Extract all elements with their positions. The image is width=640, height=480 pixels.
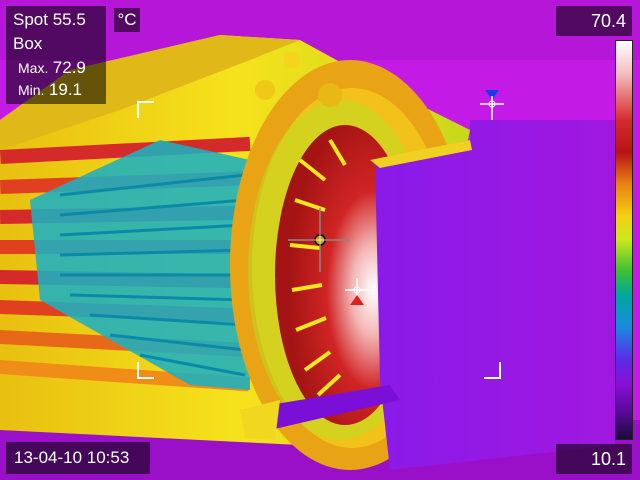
spot-label: Spot (13, 10, 48, 29)
color-scale-bar (615, 40, 633, 440)
box-max-readout: Max. 72.9 (18, 58, 86, 78)
box-max-value: 72.9 (52, 58, 86, 77)
box-max-label: Max. (18, 60, 49, 76)
thermal-camera-view: Spot 55.5 Box Max. 72.9 Min. 19.1 °C 70.… (0, 0, 640, 480)
scale-min-value: 10.1 (556, 444, 632, 474)
box-min-readout: Min. 19.1 (18, 80, 82, 100)
spot-readout: Spot 55.5 (13, 10, 86, 30)
measurement-panel: Spot 55.5 Box Max. 72.9 Min. 19.1 (6, 6, 106, 104)
spot-value: 55.5 (52, 10, 86, 29)
temperature-unit: °C (114, 8, 140, 32)
box-label: Box (13, 34, 43, 53)
scale-max-value: 70.4 (556, 6, 632, 36)
box-min-value: 19.1 (48, 80, 82, 99)
datetime-stamp: 13-04-10 10:53 (6, 442, 150, 474)
box-min-label: Min. (18, 82, 45, 98)
